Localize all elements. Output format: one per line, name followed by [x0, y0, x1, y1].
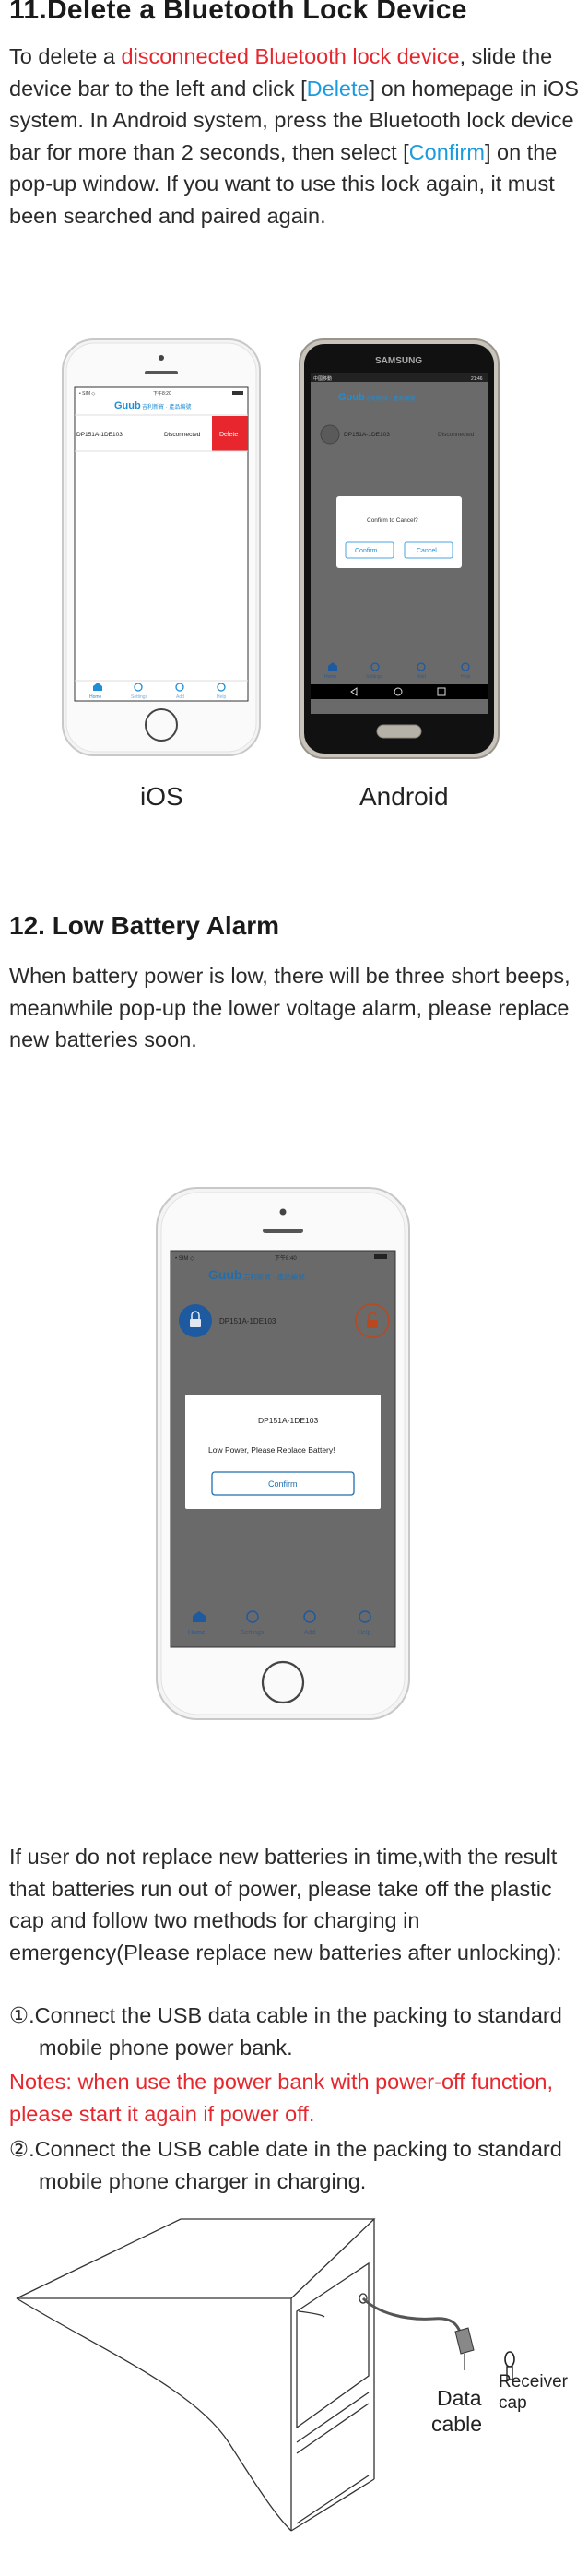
method-1: ①.Connect the USB data cable in the pack… [9, 2003, 562, 2060]
ios-phone-mockup: • SIM ◇ 下午8:20 Guub 吉利新貿 · 產品編號 Delete D… [62, 338, 261, 756]
ios-delete-label: Delete [219, 432, 238, 438]
android-dialog-title: Confirm to Cancel? [367, 517, 418, 524]
ios-caption: iOS [140, 782, 183, 811]
tab-settings[interactable]: Settings [366, 674, 383, 680]
tab-settings[interactable]: Settings [131, 694, 148, 700]
alarm-phone-mockup: • SIM ◇ 下午8:40 Guub 吉利新貿 · 產品編號 DP151A-1… [156, 1187, 410, 1720]
usb-data-cable [359, 2293, 475, 2370]
android-cancel-label: Cancel [417, 548, 437, 554]
alarm-dialog-message: Low Power, Please Replace Battery! [208, 1445, 335, 1454]
alarm-dialog-device: DP151A-1DE103 [258, 1416, 318, 1425]
alarm-confirm-label: Confirm [268, 1479, 298, 1489]
home-button[interactable] [145, 708, 178, 742]
lock-side-curve [16, 2297, 292, 2532]
alarm-brand: Guub [208, 1267, 242, 1282]
ios-status-left: • SIM ◇ [79, 391, 95, 397]
data-cable-label-1: Data [437, 2386, 482, 2410]
alarm-status-time: 下午8:40 [275, 1254, 297, 1262]
android-brand: Guub [338, 392, 365, 403]
section-11-paragraph: To delete a disconnected Bluetooth lock … [9, 41, 582, 231]
tab-home[interactable]: Home [89, 694, 102, 700]
tab-help[interactable]: Help [217, 694, 227, 700]
ios-device-status: Disconnected [164, 432, 201, 438]
tab-help[interactable]: Help [461, 674, 471, 680]
charging-paragraph: If user do not replace new batteries in … [9, 1845, 562, 1965]
android-home-button[interactable] [376, 724, 422, 739]
alarm-brand-sub: 吉利新貿 · 產品編號 [243, 1272, 305, 1281]
tab-home[interactable]: Home [188, 1630, 206, 1636]
android-maker: SAMSUNG [375, 356, 422, 366]
para-text: To delete a [9, 44, 122, 68]
lock-charging-illustration: Data cable Receiver cap [16, 2218, 569, 2532]
android-brand-sub: 吉利新貿 · 產品編號 [366, 395, 415, 402]
method-2: ②.Connect the USB cable date in the pack… [9, 2137, 562, 2193]
tab-home[interactable]: Home [324, 674, 337, 680]
section-11-title: 11.Delete a Bluetooth Lock Device [9, 0, 467, 25]
android-device-name: DP151A-1DE103 [344, 432, 390, 438]
android-caption: Android [359, 782, 449, 811]
android-status-time: 21:46 [471, 376, 483, 382]
receiver-cap-label-1: Receiver [499, 2372, 569, 2392]
ios-device-name: DP151A-1DE103 [76, 432, 123, 438]
tab-settings[interactable]: Settings [241, 1630, 265, 1636]
power-bank-note: Notes: when use the power bank with powe… [9, 2070, 554, 2126]
ios-status-time: 下午8:20 [153, 390, 171, 397]
highlight-disconnected: disconnected Bluetooth lock device [121, 44, 460, 68]
tab-help[interactable]: Help [358, 1630, 371, 1636]
receiver-cap-label-2: cap [499, 2393, 527, 2413]
usb-plug [454, 2327, 475, 2355]
android-confirm-label: Confirm [355, 548, 378, 554]
android-phone-mockup: SAMSUNG 中國移動 21:46 Guub 吉利新貿 · 產品編號 DP15… [299, 338, 500, 759]
tab-add[interactable]: Add [176, 694, 184, 700]
lock-top-face [16, 2218, 376, 2299]
tab-add[interactable]: Add [304, 1630, 316, 1636]
data-cable-label-2: cable [431, 2412, 482, 2436]
highlight-confirm: Confirm [408, 139, 485, 164]
android-status-left: 中國移動 [313, 375, 332, 382]
alarm-device-name: DP151A-1DE103 [219, 1317, 276, 1325]
lock-front-panel [296, 2261, 370, 2429]
alarm-status-left: • SIM ◇ [175, 1256, 194, 1262]
tab-add[interactable]: Add [417, 674, 426, 680]
section-12-title: 12. Low Battery Alarm [9, 911, 280, 940]
ios-brand-sub: 吉利新貿 · 產品編號 [142, 403, 191, 410]
android-device-status: Disconnected [438, 432, 475, 438]
ios-brand: Guub [114, 400, 141, 411]
highlight-delete: Delete [306, 76, 370, 101]
section-12-paragraph: When battery power is low, there will be… [9, 964, 570, 1051]
home-button[interactable] [261, 1660, 305, 1704]
